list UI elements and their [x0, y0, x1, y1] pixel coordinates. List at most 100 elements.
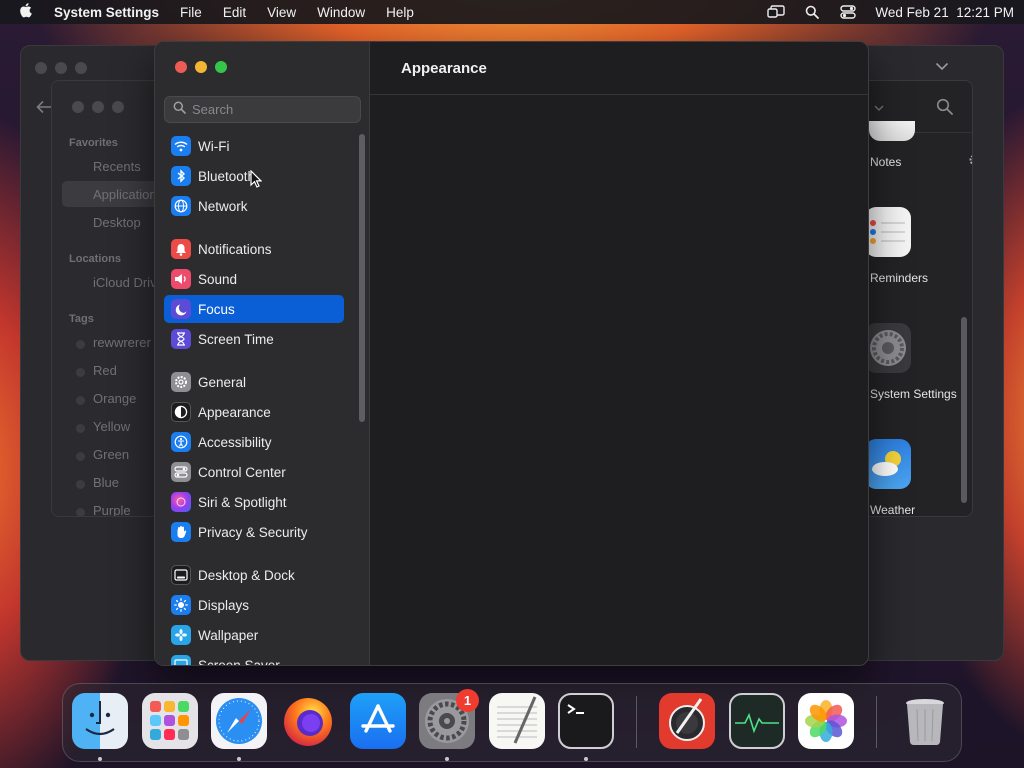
sidebar-tag[interactable]: Blue: [93, 475, 119, 490]
minimize-button[interactable]: [195, 61, 207, 73]
back-arrow-icon[interactable]: [36, 100, 52, 119]
sidebar-tag[interactable]: Red: [93, 363, 117, 378]
notes-app-icon[interactable]: [869, 121, 915, 141]
sidebar-item-desktop[interactable]: Desktop: [93, 215, 141, 230]
zoom-button[interactable]: [112, 101, 124, 113]
tag-dot: [76, 424, 85, 433]
sidebar-tag[interactable]: Purple: [93, 503, 131, 516]
settings-search[interactable]: [164, 96, 361, 123]
dock-finder-icon[interactable]: [72, 693, 128, 749]
menu-view[interactable]: View: [267, 5, 296, 20]
menu-window[interactable]: Window: [317, 5, 365, 20]
tag-dot: [76, 452, 85, 461]
running-indicator: [237, 757, 241, 761]
zoom-button[interactable]: [215, 61, 227, 73]
menu-help[interactable]: Help: [386, 5, 414, 20]
system-settings-app-icon[interactable]: [865, 323, 911, 373]
sidebar-item-displays[interactable]: Displays: [164, 591, 344, 619]
app-label-notes[interactable]: Notes: [870, 155, 901, 169]
dock: 1: [62, 683, 962, 762]
sidebar-item-label: Privacy & Security: [198, 524, 308, 540]
gear-icon[interactable]: [968, 153, 972, 172]
sidebar-item-wifi[interactable]: Wi-Fi: [164, 132, 344, 160]
dock-textedit-icon[interactable]: [489, 693, 545, 749]
zoom-button[interactable]: [75, 62, 87, 74]
sidebar-item-label: Notifications: [198, 241, 272, 257]
close-button[interactable]: [175, 61, 187, 73]
sidebar-item-label: Network: [198, 198, 248, 214]
mouse-cursor-icon: [250, 169, 263, 193]
control-center-icon[interactable]: [839, 5, 857, 19]
sidebar-item-network[interactable]: Network: [164, 192, 344, 220]
dock-safari-icon[interactable]: [211, 693, 267, 749]
sidebar-item-label: Siri & Spotlight: [198, 494, 287, 510]
dock-activity-monitor-icon[interactable]: [729, 693, 785, 749]
sidebar-item-appearance[interactable]: Appearance: [164, 398, 344, 426]
sidebar-item-sound[interactable]: Sound: [164, 265, 344, 293]
app-label-reminders[interactable]: Reminders: [870, 271, 928, 285]
sidebar-item-label: Appearance: [198, 404, 271, 420]
sidebar-item-label: Control Center: [198, 464, 286, 480]
dock-launchpad-icon[interactable]: [142, 693, 198, 749]
chevron-down-icon[interactable]: [935, 58, 949, 74]
sidebar-item-desktop-dock[interactable]: Desktop & Dock: [164, 561, 344, 589]
reminders-app-icon[interactable]: [865, 207, 911, 257]
sidebar-item-label: Accessibility: [198, 434, 272, 450]
menu-edit[interactable]: Edit: [223, 5, 246, 20]
sun-icon: [171, 595, 191, 615]
sidebar-item-wallpaper[interactable]: Wallpaper: [164, 621, 344, 649]
menu-bar-clock[interactable]: Wed Feb 21 12:21 PM: [875, 5, 1014, 20]
weather-app-icon[interactable]: [865, 439, 911, 489]
sidebar-scrollbar[interactable]: [359, 134, 365, 422]
wallpaper-icon: [171, 625, 191, 645]
sidebar-item-label: General: [198, 374, 247, 390]
dock-app-store-icon[interactable]: [350, 693, 406, 749]
sidebar-tag[interactable]: Orange: [93, 391, 136, 406]
sidebar-item-focus[interactable]: Focus: [164, 295, 344, 323]
menu-bar: System Settings File Edit View Window He…: [0, 0, 1024, 24]
sidebar-tag[interactable]: Yellow: [93, 419, 130, 434]
minimize-button[interactable]: [55, 62, 67, 74]
screen-mirroring-icon[interactable]: [767, 5, 786, 19]
dock-terminal-icon[interactable]: [558, 693, 614, 749]
page-title: Appearance: [401, 60, 487, 77]
sidebar-item-screen-saver[interactable]: Screen Saver: [164, 651, 344, 665]
search-icon[interactable]: [936, 98, 953, 120]
background-window-controls: [35, 62, 87, 74]
close-button[interactable]: [72, 101, 84, 113]
sidebar-tag[interactable]: Green: [93, 447, 129, 462]
dock-photos-icon[interactable]: [798, 693, 854, 749]
siri-icon: [171, 492, 191, 512]
menu-app-name[interactable]: System Settings: [54, 5, 159, 20]
sidebar-item-accessibility[interactable]: Accessibility: [164, 428, 344, 456]
sidebar-item-screen-time[interactable]: Screen Time: [164, 325, 344, 353]
sidebar-item-applications[interactable]: Applications: [93, 187, 163, 202]
dock-digital-color-meter-icon[interactable]: [659, 693, 715, 749]
app-label-system-settings[interactable]: System Settings: [870, 387, 957, 401]
apple-menu-icon[interactable]: [18, 2, 34, 22]
finder-scrollbar[interactable]: [961, 317, 967, 503]
accessibility-icon: [171, 432, 191, 452]
spotlight-search-icon[interactable]: [803, 5, 821, 19]
menu-file[interactable]: File: [180, 5, 202, 20]
sidebar-item-recents[interactable]: Recents: [93, 159, 141, 174]
sidebar-item-control-center[interactable]: Control Center: [164, 458, 344, 486]
sidebar-item-label: Bluetooth: [198, 168, 256, 184]
dock-trash-icon[interactable]: [897, 693, 953, 749]
dock-firefox-icon[interactable]: [280, 693, 336, 749]
sidebar-item-label: Wi-Fi: [198, 138, 230, 154]
chevron-down-icon[interactable]: [874, 99, 884, 117]
running-indicator: [98, 757, 102, 761]
app-label-weather[interactable]: Weather: [870, 503, 915, 516]
sidebar-item-label: Sound: [198, 271, 238, 287]
search-input[interactable]: [192, 102, 352, 117]
close-button[interactable]: [35, 62, 47, 74]
sidebar-tag[interactable]: rewwrerer: [93, 335, 151, 350]
sidebar-item-notifications[interactable]: Notifications: [164, 235, 344, 263]
screen-saver-icon: [171, 655, 191, 665]
moon-icon: [171, 299, 191, 319]
sidebar-item-general[interactable]: General: [164, 368, 344, 396]
minimize-button[interactable]: [92, 101, 104, 113]
sidebar-item-siri-spotlight[interactable]: Siri & Spotlight: [164, 488, 344, 516]
sidebar-item-privacy-security[interactable]: Privacy & Security: [164, 518, 344, 546]
